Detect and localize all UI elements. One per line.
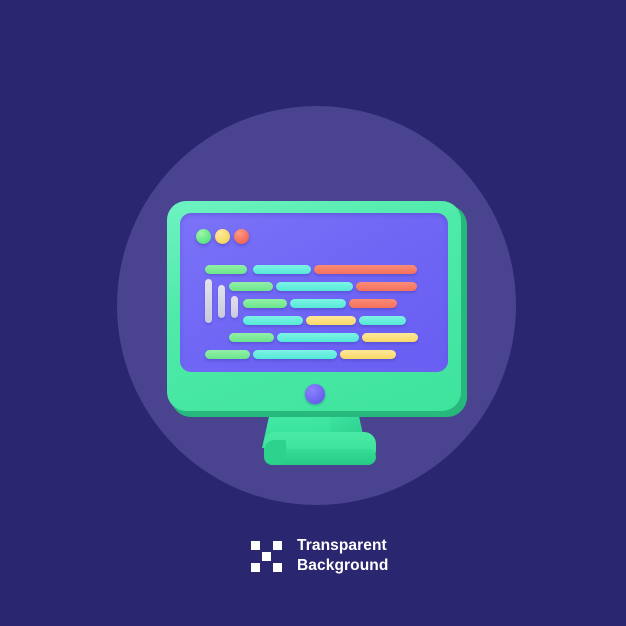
desktop-monitor-illustration [0, 0, 626, 626]
window-dot-red [234, 229, 249, 244]
code-line-4-token-1 [243, 316, 303, 325]
checker-cell-9 [273, 562, 282, 572]
checkerboard-icon [251, 540, 282, 572]
code-line-3-token-3 [349, 299, 397, 308]
code-line-3-token-1 [243, 299, 287, 308]
code-line-4-token-2 [306, 316, 356, 325]
indent-guide-2 [218, 285, 225, 318]
indent-guide-1 [205, 279, 212, 323]
code-line-4-token-3 [359, 316, 406, 325]
window-dot-green [196, 229, 211, 244]
checker-cell-7 [251, 562, 260, 572]
code-line-5-token-1 [229, 333, 274, 342]
code-line-5-token-3 [362, 333, 418, 342]
window-dot-yellow [215, 229, 230, 244]
footer-line-1: Transparent [297, 537, 387, 554]
code-line-1-token-3 [314, 265, 417, 274]
checker-cell-3 [273, 540, 282, 550]
code-line-2-token-2 [276, 282, 353, 291]
checker-cell-4 [251, 552, 260, 561]
checker-cell-2 [262, 541, 271, 550]
illustration-canvas: Transparent Background [0, 0, 626, 626]
footer-text-block: Transparent Background [297, 536, 388, 577]
monitor-screen [180, 213, 448, 372]
checker-cell-5 [262, 551, 271, 561]
code-line-5-token-2 [277, 333, 359, 342]
code-line-6-token-2 [253, 350, 337, 359]
monitor-stand-base-notch [264, 440, 286, 465]
checker-cell-6 [273, 552, 282, 561]
power-indicator-dot [305, 384, 325, 404]
code-line-1-token-1 [205, 265, 247, 274]
code-line-3-token-2 [290, 299, 346, 308]
code-line-2-token-1 [229, 282, 273, 291]
code-line-2-token-3 [356, 282, 417, 291]
code-line-1-token-2 [253, 265, 311, 274]
code-line-6-token-3 [340, 350, 396, 359]
checker-cell-1 [251, 540, 260, 550]
indent-guide-3 [231, 296, 238, 318]
code-line-6-token-1 [205, 350, 250, 359]
footer-note: Transparent Background [251, 536, 388, 577]
footer-line-2: Background [297, 557, 389, 575]
checker-cell-8 [262, 563, 271, 572]
